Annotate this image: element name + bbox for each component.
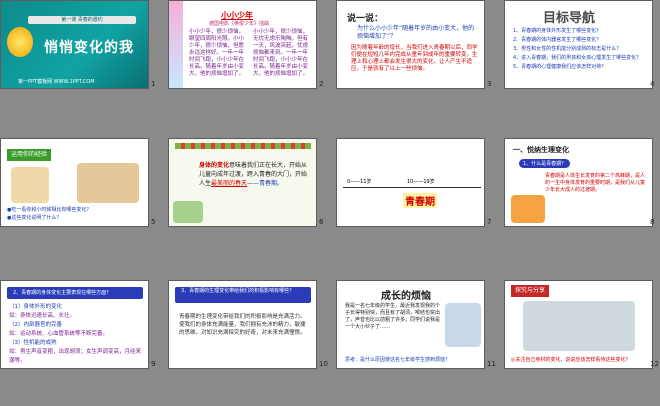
change-list: （1）身体外形的变化 如：身体迅速长高、长壮。 （2）内部器官的完善 如：运动系… bbox=[9, 303, 145, 366]
group-photo bbox=[523, 301, 635, 351]
slide-thumbnail-7[interactable]: 0——11岁 10——19岁 青春期 bbox=[336, 138, 485, 227]
slide-body: 身体的变化意味着我们正在长大，开始从儿童向成年过渡，跨入青春的大门，开始人生最美… bbox=[199, 161, 311, 188]
slide-thumbnail-3[interactable]: 说一说： 为什么小小少年“随着年岁的由小变大，他的烦恼增加了”？ 因为随着年龄的… bbox=[336, 0, 485, 89]
slide-number: 12 bbox=[650, 360, 659, 368]
slide-number: 10 bbox=[319, 360, 328, 368]
age-label-2: 10——19岁 bbox=[407, 179, 435, 185]
lightbulb-icon bbox=[7, 27, 33, 57]
list-item: 如：运动系统、心血管系统等不断完善。 bbox=[9, 331, 109, 337]
section-title: 一、悦纳生理变化 bbox=[513, 146, 569, 154]
slide-thumbnail-12[interactable]: 探究与分享 ◎关注自己身材的变化，说说应该怎样看待这些变化？ bbox=[504, 280, 653, 369]
slide-thumbnail-1[interactable]: 第一课 青春的邀约 悄悄变化的我 第一PPT模板网 WWW.1PPT.COM bbox=[0, 0, 149, 89]
list-item: 如：男生声音变粗，出现胡须；女生声调变高，月经来潮等。 bbox=[9, 349, 142, 364]
slide-footer: 第一PPT模板网 WWW.1PPT.COM bbox=[18, 79, 95, 85]
list-item: （1）身体外形的变化 bbox=[9, 304, 62, 310]
question-text: 为什么小小少年“随着年岁的由小变大，他的烦恼增加了”？ bbox=[357, 25, 475, 40]
slide-number: 8 bbox=[650, 218, 655, 226]
slide-body: 我是一名七年级的学生，最近我发现我的个子长得特别快，而且有了胡须，喉结也突出了，… bbox=[345, 303, 441, 330]
highlight-text: 身体的变化 bbox=[199, 162, 230, 169]
slide-subtitle: 德国电影《英俊少年》插曲 bbox=[209, 21, 270, 27]
body-text: ——青春期。 bbox=[247, 180, 284, 187]
think-question: 思考：是什么原因使这名七年级学生感到烦恼？ bbox=[345, 357, 451, 363]
goal-item: 1、青春期的身体外形发生了哪些变化？ bbox=[513, 28, 602, 34]
slide-title: 目标导航 bbox=[543, 11, 596, 26]
slide-title: 小小少年 bbox=[221, 11, 253, 20]
age-label-1: 0——11岁 bbox=[347, 179, 372, 185]
timeline-center-label: 青春期 bbox=[403, 193, 437, 208]
slide-thumbnail-2[interactable]: 小小少年 德国电影《英俊少年》插曲 小小少年，很少烦恼，眼望四周阳光照。小小少年… bbox=[168, 0, 317, 89]
decorative-border bbox=[169, 1, 183, 88]
plant-illustration bbox=[173, 201, 203, 223]
slide-title: 运用你的经验 bbox=[7, 149, 52, 161]
goal-item: 3、男性和女性的性机能分别成熟的标志是什么？ bbox=[513, 46, 622, 52]
slide-title: 悄悄变化的我 bbox=[44, 40, 134, 56]
slide-number: 7 bbox=[487, 218, 492, 226]
goal-item: 4、进入青春期，我们的男孩和女孩心理发生了哪些变化？ bbox=[513, 55, 642, 61]
student-illustration bbox=[445, 303, 481, 347]
slide-title: 探究与分享 bbox=[511, 285, 550, 297]
slide-number: 4 bbox=[650, 80, 655, 88]
lesson-label: 第一课 青春的邀约 bbox=[28, 16, 136, 24]
slide-header: 3、青春期的生理变化带给我们的积极影响有哪些？ bbox=[175, 287, 311, 303]
slide-thumbnail-9[interactable]: 2、青春期的身体变化主要表现在哪些方面？ （1）身体外形的变化 如：身体迅速长高… bbox=[0, 280, 149, 369]
answer-text: 因为随着年龄的增长，当我们进入青春期以后，同学们便在短短几年内完成从童年到成年的… bbox=[351, 45, 478, 72]
slide-number: 2 bbox=[319, 80, 324, 88]
family-illustration bbox=[77, 163, 139, 203]
slide-number: 11 bbox=[487, 360, 496, 368]
slide-number: 6 bbox=[319, 218, 324, 226]
goal-item: 2、青春期的体内器官发生了哪些变化？ bbox=[513, 37, 602, 43]
slide-thumbnail-11[interactable]: 成长的烦恼 我是一名七年级的学生，最近我发现我的个子长得特别快，而且有了胡须，喉… bbox=[336, 280, 485, 369]
question-1: ●吃一看你和小时候相比有哪些变化？ bbox=[7, 207, 92, 213]
question-2: ●这些变化说明了什么？ bbox=[7, 215, 62, 221]
slide-thumbnail-5[interactable]: 运用你的经验 ●吃一看你和小时候相比有哪些变化？ ●这些变化说明了什么？ bbox=[0, 138, 149, 227]
lyrics-column-1: 小小少年，很少烦恼，眼望四周阳光照。小小少年，很少烦恼，但愿永远这样好。一年一年… bbox=[189, 29, 245, 77]
answer-text: 青春期是人体生长发育的第二个高峰期，是人的一生中身体发育的重要时期，是我们从儿童… bbox=[545, 173, 646, 193]
youth-illustration bbox=[511, 195, 545, 223]
highlight-text: 最美丽的春天 bbox=[211, 180, 248, 187]
slide-title: 成长的烦恼 bbox=[381, 291, 431, 302]
slide-thumbnail-10[interactable]: 3、青春期的生理变化带给我们的积极影响有哪些？ 青春期的生理变化带给我们的积极影… bbox=[168, 280, 317, 369]
flower-border bbox=[175, 143, 311, 149]
slide-title: 说一说： bbox=[347, 14, 384, 24]
slide-thumbnail-8[interactable]: 一、悦纳生理变化 1、什么是青春期？ 青春期是人体生长发育的第二个高峰期，是人的… bbox=[504, 138, 653, 227]
slide-header: 2、青春期的身体变化主要表现在哪些方面？ bbox=[7, 287, 143, 299]
timeline-axis bbox=[343, 187, 481, 188]
question-pill: 1、什么是青春期？ bbox=[519, 159, 571, 168]
lyrics-column-2: 小小少年，很少烦恼，无忧无虑乐陶陶。但有一天，风波突起，忧虑烦恼都来到。一年一年… bbox=[253, 29, 309, 77]
list-item: （3）性机能的成熟 bbox=[9, 340, 57, 346]
slide-body: 青春期的生理变化带给我们的积极影响是充满活力。使我们的身体充满能量，我们拥有充沛… bbox=[179, 314, 306, 336]
slide-number: 5 bbox=[151, 218, 156, 226]
goal-list: 1、青春期的身体外形发生了哪些变化？ 2、青春期的体内器官发生了哪些变化？ 3、… bbox=[513, 27, 649, 72]
discussion-question: ◎关注自己身材的变化，说说应该怎样看待这些变化？ bbox=[511, 357, 631, 363]
slide-thumbnail-4[interactable]: 目标导航 1、青春期的身体外形发生了哪些变化？ 2、青春期的体内器官发生了哪些变… bbox=[504, 0, 653, 89]
list-item: 如：身体迅速长高、长壮。 bbox=[9, 313, 76, 319]
slide-thumbnail-6[interactable]: 身体的变化意味着我们正在长大，开始从儿童向成年过渡，跨入青春的大门，开始人生最美… bbox=[168, 138, 317, 227]
slide-number: 3 bbox=[487, 80, 492, 88]
list-item: （2）内部器官的完善 bbox=[9, 322, 62, 328]
child-illustration bbox=[11, 167, 49, 203]
slide-number: 9 bbox=[151, 360, 156, 368]
slide-number: 1 bbox=[151, 80, 156, 88]
goal-item: 5、青春期的心理健康我们应该怎样对待？ bbox=[513, 64, 607, 70]
